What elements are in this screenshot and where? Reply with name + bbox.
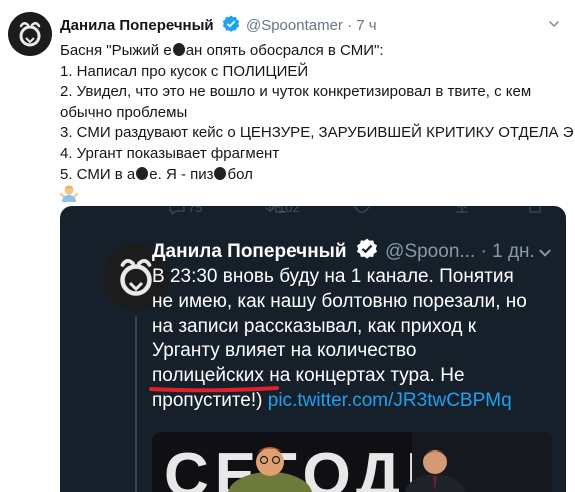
avatar[interactable]	[8, 12, 52, 56]
faded-action-bar: 75 102	[169, 206, 541, 216]
embedded-tweet-header: Данила Поперечный @Spoon... · 1 дн.	[152, 238, 535, 264]
embedded-tweet-text: В 23:30 вновь буду на 1 канале. Понятия …	[149, 265, 562, 414]
text-line: 2. Увидел, что это не вошло и чуток конк…	[60, 83, 532, 101]
censor-blot	[172, 43, 185, 56]
separator: ·	[347, 17, 353, 34]
text-line: пропустите!) pic.twitter.com/JR3twCBPMq	[152, 389, 512, 411]
lion-logo-icon	[8, 12, 52, 56]
author-name[interactable]: Данила Поперечный	[60, 17, 214, 34]
separator: ·	[480, 241, 487, 262]
chevron-down-icon[interactable]	[548, 18, 560, 30]
tweet-header: Данила Поперечный @Spoontamer · 7 ч	[60, 15, 377, 36]
embedded-timestamp: 1 дн.	[492, 241, 535, 262]
text-line: Урганту влияет на количество	[152, 340, 417, 362]
text-line: 3. СМИ раздувают кейс о ЦЕНЗУРЕ, ЗАРУБИВ…	[60, 124, 574, 142]
timestamp[interactable]: 7 ч	[356, 17, 376, 34]
embedded-photo: СЕГОДНЯ	[152, 432, 552, 492]
man-shrugging-emoji-icon	[60, 185, 78, 202]
text-line: на записи рассказывал, как приход к	[152, 315, 477, 337]
thread-line	[135, 316, 137, 492]
embedded-author-name: Данила Поперечный	[152, 241, 347, 262]
censor-blot	[214, 166, 227, 180]
highlighted-word: полицейских	[149, 365, 279, 393]
verified-badge-icon	[222, 15, 240, 32]
author-handle[interactable]: @Spoontamer	[246, 17, 343, 34]
tweet: Данила Поперечный @Spoontamer · 7 ч Басн…	[0, 0, 575, 492]
text-line: В 23:30 вновь буду на 1 канале. Понятия	[152, 266, 514, 287]
pic-link: pic.twitter.com/JR3twCBPMq	[267, 389, 512, 411]
embedded-author-handle: @Spoon...	[385, 241, 476, 262]
text-line: 1. Написал про кусок с ПОЛИЦИЕЙ	[60, 62, 309, 80]
verified-badge-icon	[356, 238, 377, 259]
tweet-text: Басня "Рыжий е ан опять обосрался в СМИ":…	[60, 41, 574, 185]
embedded-screenshot[interactable]: 75 102 Данила Поперечный @Spoon... · 1 д…	[60, 206, 566, 492]
text-line: 5. СМИ в а е. Я - пиз бол	[60, 165, 253, 183]
text-line: Басня "Рыжий е ан опять обосрался в СМИ":	[60, 42, 384, 59]
svg-text:75: 75	[188, 206, 202, 215]
svg-text:102: 102	[278, 206, 300, 215]
censor-blot	[136, 166, 149, 180]
text-line: не имею, как нашу болтовню порезали, но	[152, 290, 527, 312]
text-line: 4. Ургант показывает фрагмент	[60, 144, 280, 162]
text-line: полицейских на концертах тура. Не	[149, 364, 562, 393]
text-line: обычно проблемы	[60, 103, 188, 121]
chevron-down-icon	[539, 249, 551, 257]
show-photo-image: СЕГОДНЯ	[152, 432, 552, 492]
